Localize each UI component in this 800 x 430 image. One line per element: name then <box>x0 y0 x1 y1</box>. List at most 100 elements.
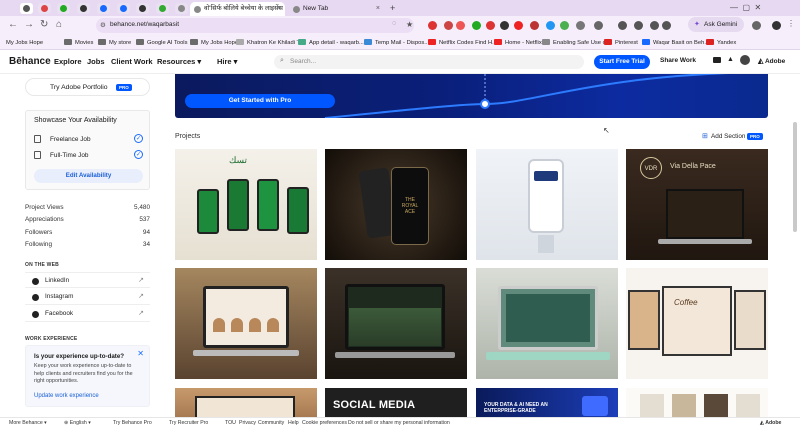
link-instagram[interactable]: Instagram ↗ <box>25 289 150 305</box>
start-free-trial-button[interactable]: Start Free Trial <box>594 55 650 69</box>
tab-active[interactable]: वो'सिर्फ बोलिये बेच्चेया के लाइसेंस × <box>190 2 285 16</box>
adobe-link[interactable]: ◭ Adobe <box>758 57 785 65</box>
avatar[interactable] <box>772 21 781 30</box>
search-bar[interactable] <box>274 55 584 69</box>
nav-resources[interactable]: Resources ▾ <box>157 57 201 66</box>
site-info-icon[interactable]: ⚙ <box>100 21 106 29</box>
get-started-with-pro-button[interactable]: Get Started with Pro <box>185 94 335 108</box>
footer-help[interactable]: Help <box>288 420 299 426</box>
behance-logo[interactable]: Bēhance <box>9 56 51 67</box>
close-icon[interactable]: × <box>376 2 380 16</box>
nav-client-work[interactable]: Client Work <box>111 57 153 66</box>
bookmark[interactable]: Google AI Tools <box>136 38 188 48</box>
tab-new-tab[interactable]: New Tab × <box>289 2 384 16</box>
url-text[interactable]: behance.net/waqarbasit <box>110 21 179 28</box>
project-thumbnail[interactable] <box>325 268 467 379</box>
project-thumbnail[interactable] <box>476 149 618 260</box>
reload-icon[interactable]: ↻ <box>40 19 48 31</box>
extension-icon[interactable] <box>546 21 555 30</box>
bookmark[interactable]: My Jobs Hope <box>190 38 238 48</box>
ask-gemini-button[interactable]: ✦ Ask Gemini <box>688 17 744 32</box>
project-thumbnail[interactable]: THE ROYAL ACE <box>325 149 467 260</box>
extension-icon[interactable] <box>428 21 437 30</box>
forward-icon[interactable]: → <box>24 19 34 31</box>
check-icon[interactable]: ✓ <box>134 150 143 159</box>
bookmark[interactable]: Yandex <box>706 38 736 48</box>
project-thumbnail[interactable] <box>626 388 768 417</box>
pinned-tab[interactable] <box>156 3 169 14</box>
extension-icon[interactable] <box>472 21 481 30</box>
bookmark[interactable]: My Jobs Hope <box>6 38 43 48</box>
footer-tou[interactable]: TOU <box>225 420 236 426</box>
nav-explore[interactable]: Explore <box>54 57 82 66</box>
nav-jobs[interactable]: Jobs <box>87 57 105 66</box>
footer-do-not-sell[interactable]: Do not sell or share my personal informa… <box>348 420 450 426</box>
extension-icon[interactable] <box>530 21 539 30</box>
extension-icon[interactable] <box>560 21 569 30</box>
bookmark[interactable]: My store <box>98 38 131 48</box>
footer-more-behance[interactable]: More Behance ▾ <box>9 420 47 426</box>
pinned-tab[interactable] <box>57 3 70 14</box>
back-icon[interactable]: ← <box>8 19 18 31</box>
home-icon[interactable]: ⌂ <box>56 19 62 31</box>
new-tab-button[interactable]: + <box>390 2 395 14</box>
pinned-tab[interactable] <box>20 3 33 14</box>
add-section-button[interactable]: ⊞ Add Section PRO <box>700 131 766 143</box>
extension-icon[interactable] <box>618 21 627 30</box>
bookmark[interactable]: App detail - waqarb... <box>298 38 364 48</box>
bookmark[interactable]: Khatron Ke Khiladi T... <box>236 38 304 48</box>
share-work-button[interactable]: Share Work <box>660 57 696 64</box>
bookmark[interactable]: Temp Mail - Dispos... <box>364 38 429 48</box>
puzzle-icon[interactable] <box>594 21 603 30</box>
try-adobe-portfolio-button[interactable]: Try Adobe Portfolio PRO <box>25 78 150 96</box>
mail-icon[interactable] <box>713 57 721 63</box>
extension-icon[interactable] <box>444 21 453 30</box>
footer-community[interactable]: Community <box>258 420 284 426</box>
profile-avatar[interactable] <box>740 55 750 65</box>
footer-privacy[interactable]: Privacy <box>239 420 256 426</box>
check-icon[interactable]: ✓ <box>134 134 143 143</box>
extension-icon[interactable] <box>662 21 671 30</box>
pinned-tab[interactable] <box>38 3 51 14</box>
bookmark[interactable]: Home - Netflix <box>494 38 542 48</box>
availability-option-freelance[interactable]: Freelance Job ✓ <box>34 133 143 147</box>
extension-icon[interactable] <box>486 21 495 30</box>
more-icon[interactable]: ⋮ <box>787 19 795 28</box>
project-thumbnail[interactable]: SOCIAL MEDIA <box>325 388 467 417</box>
link-linkedin[interactable]: LinkedIn ↗ <box>25 272 150 288</box>
bookmark[interactable]: Waqar Basit on Beh... <box>642 38 709 48</box>
project-thumbnail[interactable] <box>175 388 317 417</box>
project-thumbnail[interactable]: ﺗﺴﻚ <box>175 149 317 260</box>
bookmark[interactable]: Enabling Safe Use o... <box>542 38 611 48</box>
download-icon[interactable] <box>752 21 761 30</box>
extension-icon[interactable] <box>576 21 585 30</box>
project-thumbnail[interactable]: YOUR DATA & AI NEED AN ENTERPRISE-GRADE <box>476 388 618 417</box>
extension-icon[interactable] <box>456 21 465 30</box>
link-facebook[interactable]: Facebook ↗ <box>25 306 150 322</box>
scrollbar-thumb[interactable] <box>793 122 797 232</box>
project-thumbnail[interactable] <box>476 268 618 379</box>
bell-icon[interactable]: ▲ <box>727 56 734 63</box>
pinned-tab[interactable] <box>136 3 149 14</box>
update-work-experience-link[interactable]: Update work experience <box>34 393 99 399</box>
footer-try-recruiter-pro[interactable]: Try Recruiter Pro <box>169 420 208 426</box>
bookmark[interactable]: Pinterest <box>604 38 638 48</box>
extension-icon[interactable] <box>650 21 659 30</box>
edit-availability-button[interactable]: Edit Availability <box>34 169 143 183</box>
bookmark[interactable]: Netflix Codes Find H... <box>428 38 497 48</box>
pinned-tab[interactable] <box>97 3 110 14</box>
pinned-tab[interactable] <box>175 3 188 14</box>
nav-hire[interactable]: Hire ▾ <box>217 57 237 66</box>
extension-icon[interactable] <box>500 21 509 30</box>
project-thumbnail[interactable]: Coffee <box>626 268 768 379</box>
extension-icon[interactable] <box>514 21 523 30</box>
bookmark[interactable]: Movies <box>64 38 93 48</box>
close-icon[interactable]: × <box>277 2 281 16</box>
footer-adobe[interactable]: ◭ Adobe <box>760 420 781 426</box>
star-icon[interactable]: ★ <box>406 20 413 29</box>
project-thumbnail[interactable] <box>175 268 317 379</box>
availability-option-fulltime[interactable]: Full-Time Job ✓ <box>34 149 143 163</box>
close-icon[interactable]: ✕ <box>137 349 144 358</box>
project-thumbnail[interactable]: VDR Via Della Pace <box>626 149 768 260</box>
window-controls[interactable]: — ▢ ✕ <box>730 3 761 12</box>
